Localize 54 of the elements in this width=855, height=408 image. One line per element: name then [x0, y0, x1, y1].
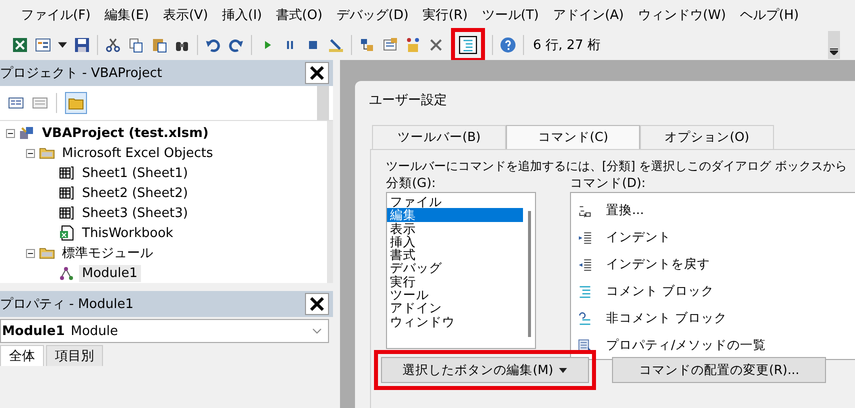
categories-label: 分類(G):	[386, 175, 437, 192]
tree-item[interactable]: Sheet3 (Sheet3)	[79, 204, 191, 222]
tab[interactable]: ツールバー(B)	[372, 125, 506, 149]
command-item[interactable]: コメント ブロック	[606, 283, 714, 300]
tree-item[interactable]: Sheet1 (Sheet1)	[79, 164, 191, 182]
category-item[interactable]: 書式	[387, 248, 523, 262]
menu-item[interactable]: デバッグ(D)	[329, 6, 416, 24]
category-item[interactable]: アドイン	[387, 301, 523, 315]
menu-item[interactable]: ウィンドウ(W)	[630, 6, 733, 24]
menu-item[interactable]: 書式(O)	[269, 6, 330, 24]
pane-title: プロジェクト - VBAProject	[0, 65, 162, 82]
object-name: Module1	[2, 324, 65, 338]
menu-item[interactable]: 表示(V)	[156, 6, 216, 24]
menu-item[interactable]: ファイル(F)	[14, 6, 98, 24]
rearrange-button[interactable]: コマンドの配置の変更(R)...	[612, 357, 826, 383]
dialog-title: ユーザー設定	[368, 92, 448, 110]
menu-item[interactable]: アドイン(A)	[546, 6, 631, 24]
menu-item[interactable]: ツール(T)	[474, 6, 546, 24]
cursor-position: 6 行, 27 桁	[532, 36, 602, 54]
command-item[interactable]: インデントを戻す	[606, 256, 710, 273]
command-item[interactable]: インデント	[606, 229, 671, 246]
edit-button[interactable]: 選択したボタンの編集(M)	[381, 357, 589, 383]
command-item[interactable]: プロパティ/メソッドの一覧	[606, 337, 766, 354]
tree-item[interactable]: Module1	[79, 264, 141, 282]
category-item[interactable]: ファイル	[387, 195, 523, 208]
category-item[interactable]: デバッグ	[387, 261, 523, 275]
pane-title: プロパティ - Module1	[0, 296, 134, 313]
category-item[interactable]: 挿入	[387, 234, 523, 248]
category-item[interactable]: ウィンドウ	[387, 314, 523, 328]
commands-list[interactable]: 置換... インデント インデントを戻す コメント ブロック 非コメント ブロック プロパティ/メソッドの一覧	[570, 192, 855, 360]
menu-item[interactable]: ヘルプ(H)	[732, 6, 806, 24]
category-item[interactable]: 実行	[387, 274, 523, 288]
command-item[interactable]: 置換...	[606, 202, 644, 219]
category-item[interactable]: 表示	[387, 222, 523, 235]
tab[interactable]: 項目別	[46, 345, 103, 366]
tab[interactable]: 全体	[0, 345, 44, 366]
menu-item[interactable]: 挿入(I)	[215, 6, 270, 24]
category-item[interactable]: 編集	[387, 208, 523, 222]
categories-list[interactable]: ファイル 編集 表示 挿入 書式 デバッグ 実行 ツール アドイン ウィンドウ	[386, 192, 536, 349]
instruction-text: ツールバーにコマンドを追加するには、[分類] を選択しこのダイアログ ボックスから	[386, 158, 848, 175]
tab[interactable]: オプション(O)	[640, 125, 774, 149]
tree-item[interactable]: Sheet2 (Sheet2)	[79, 184, 191, 202]
tree-item[interactable]: 標準モジュール	[59, 243, 156, 263]
menu-item[interactable]: 実行(R)	[416, 6, 475, 24]
commands-label: コマンド(D):	[570, 175, 647, 192]
tree-item[interactable]: VBAProject (test.xlsm)	[39, 124, 212, 142]
menu-item[interactable]: 編集(E)	[98, 6, 156, 24]
object-dropdown[interactable]: Module1 Module	[0, 319, 329, 343]
tree-item[interactable]: ThisWorkbook	[79, 224, 176, 242]
object-type: Module	[70, 324, 118, 338]
command-item[interactable]: 非コメント ブロック	[606, 310, 727, 327]
tab[interactable]: コマンド(C)	[506, 125, 640, 149]
category-item[interactable]: ツール	[387, 288, 523, 302]
tree-item[interactable]: Microsoft Excel Objects	[59, 144, 216, 162]
